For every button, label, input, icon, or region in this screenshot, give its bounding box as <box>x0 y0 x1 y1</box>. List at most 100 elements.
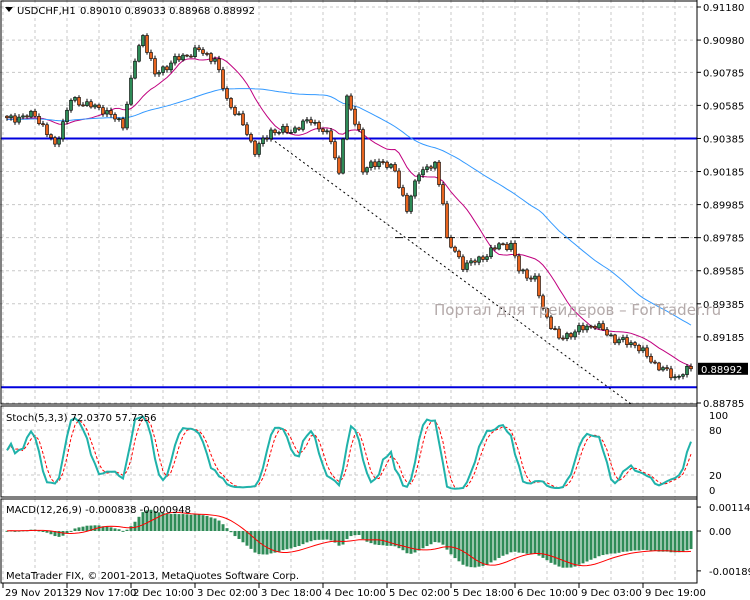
macd-bar <box>501 531 505 556</box>
candle <box>9 115 13 119</box>
candle <box>45 124 49 135</box>
macd-axis-label: 0.00114 <box>709 503 750 514</box>
macd-bar <box>585 531 589 562</box>
candle <box>201 49 205 54</box>
macd-bar <box>497 531 501 558</box>
macd-bar <box>509 531 513 553</box>
candle <box>385 161 389 168</box>
macd-bar <box>193 514 197 531</box>
price-axis-label: 0.89985 <box>703 201 744 212</box>
time-axis-label: 29 Nov 17:00 <box>69 588 136 599</box>
macd-bar <box>297 531 301 546</box>
time-axis-label: 2 Dec 10:00 <box>133 588 194 599</box>
candle <box>429 166 433 169</box>
macd-bar <box>181 514 185 531</box>
macd-bar <box>177 514 181 531</box>
candle <box>281 126 285 133</box>
candle <box>125 103 129 129</box>
macd-bar <box>605 531 609 555</box>
macd-bar <box>341 531 345 545</box>
candle <box>5 115 9 119</box>
candle <box>253 140 257 155</box>
candle <box>153 58 157 75</box>
macd-bar <box>85 525 89 531</box>
macd-bar <box>513 531 517 552</box>
macd-bar <box>517 531 521 553</box>
macd-bar <box>353 531 357 536</box>
candle <box>17 116 21 123</box>
candle <box>173 56 177 64</box>
price-axis-label: 0.90185 <box>703 168 744 179</box>
candle <box>421 169 425 176</box>
macd-bar <box>689 531 693 550</box>
candle <box>521 269 525 272</box>
candle <box>669 368 673 379</box>
candle <box>165 66 169 71</box>
candle <box>473 260 477 263</box>
macd-bar <box>549 531 553 563</box>
candle <box>461 256 465 270</box>
candle <box>673 376 677 379</box>
candle <box>149 52 153 59</box>
price-panel[interactable] <box>1 33 697 405</box>
macd-bar <box>289 531 293 549</box>
candle <box>237 113 241 116</box>
macd-axis-label: 0.00 <box>709 527 731 538</box>
macd-bar <box>633 531 637 551</box>
candle <box>593 326 597 329</box>
macd-bar <box>673 531 677 553</box>
candle <box>133 60 137 79</box>
candle <box>53 137 57 145</box>
macd-bar <box>537 531 541 556</box>
macd-bar <box>205 515 209 531</box>
candle <box>437 161 441 185</box>
macd-bar <box>429 531 433 545</box>
candle <box>189 55 193 58</box>
macd-bar <box>209 517 213 531</box>
candle <box>405 194 409 212</box>
macd-bar <box>597 531 601 557</box>
candle <box>381 161 385 163</box>
macd-bar <box>381 531 385 546</box>
candle <box>497 243 501 250</box>
macd-bar <box>217 520 221 531</box>
candle <box>29 110 33 118</box>
candle <box>585 325 589 331</box>
macd-bar <box>137 516 141 531</box>
candle <box>137 45 141 62</box>
candle <box>185 54 189 57</box>
candle <box>97 104 101 108</box>
macd-bar <box>437 531 441 543</box>
candle <box>249 134 253 142</box>
candle <box>489 247 493 258</box>
candle <box>337 157 341 174</box>
candle <box>629 342 633 345</box>
macd-bar <box>185 514 189 531</box>
macd-bar <box>485 531 489 565</box>
macd-bar <box>421 531 425 549</box>
candle <box>377 161 381 167</box>
candle <box>501 243 505 246</box>
candle <box>677 375 681 378</box>
chart-window[interactable]: 100 80 20 0 0.00114 0.00 -0.001899 0.91180 0.9… <box>0 0 750 600</box>
price-axis-label: 0.90785 <box>703 68 744 79</box>
time-axis-label: 3 Dec 18:00 <box>261 588 322 599</box>
macd-bar <box>241 531 245 543</box>
candle <box>293 127 297 133</box>
candle <box>69 99 73 111</box>
candle <box>653 361 657 364</box>
candle <box>645 347 649 357</box>
candle <box>365 167 369 173</box>
macd-bar <box>173 513 177 531</box>
macd-bar <box>553 531 557 565</box>
candle <box>453 246 457 252</box>
price-axis-label: 0.91180 <box>703 3 744 14</box>
candle <box>465 262 469 270</box>
macd-bar <box>625 531 629 552</box>
macd-bar <box>665 531 669 552</box>
candle <box>389 164 393 168</box>
collapse-triangle-icon[interactable] <box>5 7 13 12</box>
candle <box>341 138 345 174</box>
macd-bar <box>293 531 297 548</box>
macd-bar <box>189 514 193 531</box>
